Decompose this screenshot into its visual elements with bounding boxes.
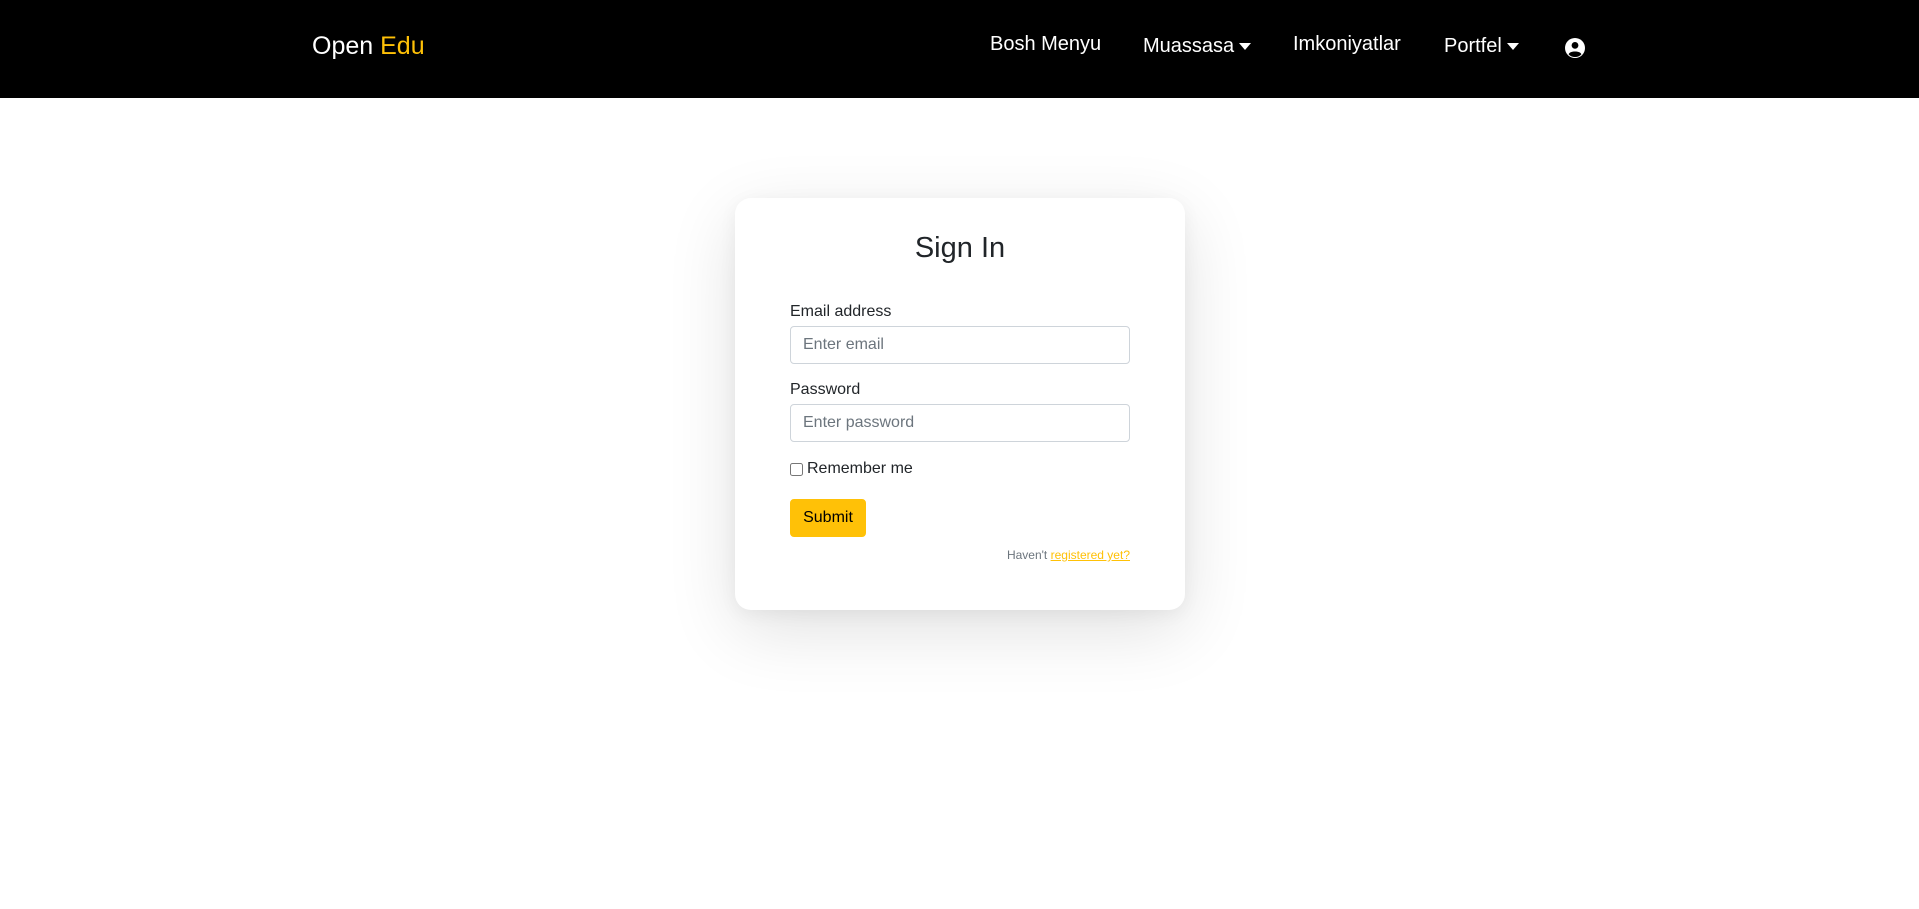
nav-item-label: Imkoniyatlar	[1293, 33, 1401, 55]
sign-in-card: Sign In Email address Password Remember …	[735, 198, 1185, 610]
nav-item-label: Portfel	[1444, 35, 1502, 57]
submit-button[interactable]: Submit	[790, 499, 866, 537]
sign-in-title: Sign In	[914, 232, 1006, 264]
user-circle-icon[interactable]	[1564, 37, 1586, 59]
caret-down-icon	[1239, 43, 1252, 50]
register-prompt: Haven't registered yet?	[1007, 548, 1130, 562]
password-label: Password	[790, 381, 861, 398]
top-navbar: Open Edu Bosh Menyu Muassasa Imkoniyatla…	[0, 0, 1919, 98]
email-label: Email address	[790, 303, 892, 320]
register-prefix-text: Haven't	[1006, 548, 1048, 562]
caret-down-icon	[1506, 43, 1519, 50]
remember-me-checkbox[interactable]	[790, 462, 803, 476]
nav-item-label: Bosh Menyu	[990, 33, 1102, 55]
remember-me-label: Remember me	[807, 460, 913, 477]
brand-logo[interactable]: Open Edu	[312, 32, 425, 61]
brand-name-first: Open	[312, 32, 374, 60]
nav-item-imkoniyatlar[interactable]: Imkoniyatlar	[1293, 33, 1401, 56]
nav-item-bosh-menyu[interactable]: Bosh Menyu	[990, 33, 1101, 56]
remember-me-row: Remember me	[790, 460, 913, 478]
brand-name-accent: Edu	[380, 32, 425, 60]
email-input[interactable]	[790, 326, 1130, 364]
register-link[interactable]: registered yet?	[1051, 548, 1130, 562]
nav-item-muassasa-dropdown[interactable]: Muassasa	[1143, 35, 1252, 58]
nav-item-portfel-dropdown[interactable]: Portfel	[1444, 35, 1519, 58]
nav-item-label: Muassasa	[1143, 35, 1235, 57]
password-input[interactable]	[790, 404, 1130, 442]
